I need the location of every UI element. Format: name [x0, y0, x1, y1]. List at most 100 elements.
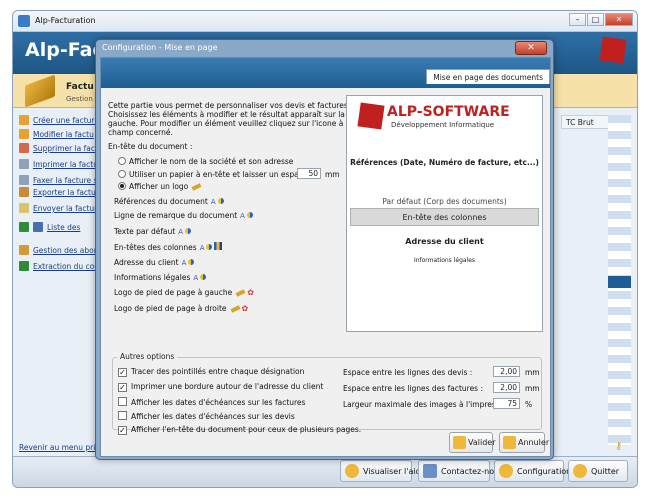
radio-show-logo[interactable]: Afficher un logo [118, 182, 202, 191]
font-icon[interactable]: A [182, 259, 187, 267]
intro-line: Cette partie vous permet de personnalise… [108, 101, 351, 110]
radio-company-name[interactable]: Afficher le nom de la société et son adr… [118, 157, 293, 166]
gear-icon [499, 464, 513, 478]
dialog-close-button[interactable]: ✕ [515, 41, 547, 55]
close-icon[interactable]: ✕ [605, 13, 633, 26]
app-icon [18, 15, 30, 27]
intro-line: gauche. Pour modifier un élément veuille… [108, 119, 380, 128]
menu-label: Imprimer la factu [33, 160, 98, 169]
contact-button[interactable]: Contactez-nous [418, 460, 503, 482]
menu-list[interactable]: Liste des [19, 222, 80, 232]
preview-brand-sub: Développement Informatique [391, 121, 495, 129]
menu-fax-invoice[interactable]: Faxer la facture sél [19, 175, 104, 185]
radio-letterhead[interactable]: Utiliser un papier à en-tête et laisser … [118, 170, 319, 179]
option-invoice-due-dates[interactable]: Afficher les dates d'échéances sur les f… [118, 397, 305, 407]
validate-button[interactable]: Valider [449, 432, 496, 453]
radio-label: Afficher un logo [129, 182, 189, 191]
font-icon[interactable]: A [240, 212, 245, 220]
checkbox-label: Tracer des pointillés entre chaque désig… [131, 367, 305, 376]
pen-icon[interactable] [191, 183, 202, 191]
spacing-invoices-input[interactable]: 2,00 [493, 382, 520, 393]
excel-icon [19, 222, 29, 232]
delete-icon [19, 143, 29, 153]
color-icon[interactable] [217, 198, 224, 204]
grid-header-label: TC Brut [566, 118, 594, 127]
preview-references[interactable]: Références (Date, Numéro de facture, etc… [347, 158, 542, 167]
option-address-border[interactable]: ✓ Imprimer une bordure autour de l'adress… [118, 382, 323, 392]
element-footer-logo-right: Logo de pied de page à droite ✿ [114, 304, 248, 313]
font-icon[interactable]: A [211, 198, 216, 206]
printer-icon [19, 159, 29, 169]
checkbox[interactable]: ✓ [118, 368, 127, 377]
element-label: Ligne de remarque du document [114, 211, 238, 220]
other-options-title: Autres options [117, 352, 178, 361]
preview-brand: ALP-SOFTWARE [387, 104, 510, 120]
color-icon[interactable] [246, 212, 253, 218]
preview-column-headers[interactable]: En-tête des colonnes [347, 213, 542, 222]
menu-delete-invoice[interactable]: Supprimer la factu [19, 143, 103, 153]
image-width-input[interactable]: 75 [493, 398, 520, 409]
help-label: Visualiser l'aide [363, 467, 426, 476]
delete-icon[interactable]: ✿ [247, 288, 254, 297]
menu-print-invoice[interactable]: Imprimer la factu [19, 159, 98, 169]
grid-selected-row[interactable] [608, 276, 631, 288]
option-dotted-lines[interactable]: ✓ Tracer des pointillés entre chaque dési… [118, 367, 304, 377]
checkbox[interactable] [118, 397, 127, 406]
menu-export-invoice[interactable]: Exporter la facture [19, 187, 103, 197]
configuration-label: Configuration [517, 467, 572, 476]
spacing-quotes-input[interactable]: 2,00 [493, 366, 520, 377]
preview-legal-info[interactable]: Informations légales [347, 257, 542, 264]
radio-button[interactable] [118, 157, 126, 165]
color-icon[interactable] [206, 244, 213, 250]
dialog-header-band: Mise en page des documents [101, 58, 550, 88]
alp-logo-icon [599, 36, 627, 64]
check-icon [453, 436, 466, 449]
color-icon[interactable] [188, 259, 195, 265]
menu-modify-invoice[interactable]: Modifier la factu [19, 129, 94, 139]
header-space-input[interactable]: 50 [297, 168, 321, 179]
menu-extraction[interactable]: Extraction du conte [19, 261, 107, 271]
font-icon[interactable]: A [178, 228, 183, 236]
minimize-icon[interactable]: – [569, 13, 586, 26]
preview-client-address[interactable]: Adresse du client [347, 237, 542, 246]
font-icon[interactable]: A [193, 274, 198, 282]
checkbox[interactable] [118, 411, 127, 420]
preview-default-text[interactable]: Par défaut (Corp des documents) [347, 197, 542, 206]
checkbox[interactable]: ✓ [118, 426, 127, 435]
pen-icon[interactable] [230, 305, 240, 313]
maximize-icon[interactable]: □ [587, 13, 604, 26]
spacing-invoices-label: Espace entre les lignes des factures : [343, 384, 483, 393]
radio-button[interactable] [118, 182, 126, 190]
dialog-title: Configuration - Mise en page [102, 43, 218, 52]
column-style-icon[interactable] [214, 242, 223, 250]
checkbox[interactable]: ✓ [118, 383, 127, 392]
configuration-button[interactable]: Configuration [494, 460, 571, 482]
quit-button[interactable]: Quitter [568, 460, 628, 482]
quit-icon [573, 464, 587, 478]
color-icon[interactable] [200, 274, 207, 280]
layout-preview: ALP-SOFTWARE Développement Informatique … [346, 95, 543, 332]
header-space-unit: mm [325, 170, 340, 179]
word-icon [33, 222, 43, 232]
radio-button[interactable] [118, 170, 126, 178]
element-label: Références du document [114, 197, 208, 206]
menu-label: Créer une facture [33, 116, 99, 125]
menu-subscriptions[interactable]: Gestion des abonn [19, 245, 103, 255]
menu-send-invoice[interactable]: Envoyer la facture [19, 203, 102, 213]
cancel-button[interactable]: Annuler [499, 432, 549, 453]
option-multipage-header[interactable]: ✓ Afficher l'en-tête du document pour ceu… [118, 425, 361, 435]
tab-page-layout[interactable]: Mise en page des documents [426, 69, 550, 84]
help-icon [345, 464, 359, 478]
dialog-body: Mise en page des documents Cette partie … [100, 57, 551, 457]
alp-logo-icon [357, 102, 385, 130]
menu-label: Faxer la facture sél [33, 176, 105, 185]
pen-icon[interactable] [235, 289, 246, 297]
color-icon[interactable] [185, 228, 192, 234]
pen-icon [25, 74, 55, 108]
option-quote-due-dates[interactable]: Afficher les dates d'échéances sur les d… [118, 411, 295, 421]
menu-create-invoice[interactable]: Créer une facture [19, 115, 99, 125]
delete-icon[interactable]: ✿ [242, 304, 249, 313]
font-icon[interactable]: A [200, 244, 205, 252]
help-button[interactable]: Visualiser l'aide [340, 460, 426, 482]
main-window-title: Alp-Facturation [35, 16, 96, 25]
